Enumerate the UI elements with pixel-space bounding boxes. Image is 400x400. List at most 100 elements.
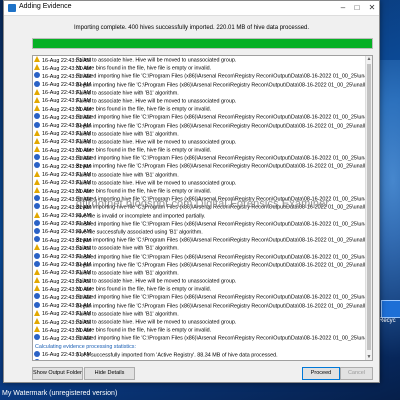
log-row[interactable]: 16-Aug 22:43:31 AMHive file is invalid o… [33, 211, 365, 220]
log-row[interactable]: 16-Aug 22:43:31 AMFailed to associate hi… [33, 56, 365, 64]
log-row[interactable]: 16-Aug 22:43:31 AMFailed to associate hi… [33, 88, 365, 97]
log-timestamp: 16-Aug 22:43:31 AM [42, 180, 92, 187]
log-row[interactable]: 16-Aug 22:43:31 AMBegan importing hive f… [33, 121, 365, 130]
info-icon [34, 252, 40, 259]
log-section-header[interactable]: Calculating evidence processing statisti… [33, 343, 365, 351]
log-row[interactable]: 16-Aug 22:43:31 AMFinished importing hiv… [33, 334, 365, 342]
log-row[interactable]: 16-Aug 22:43:31 AMFailed to associate hi… [33, 244, 365, 252]
log-message: No hive bins found in the file, hive fil… [76, 106, 212, 113]
log-row[interactable]: 16-Aug 22:43:31 AMFailed to associate hi… [33, 309, 365, 318]
info-icon [34, 219, 40, 226]
log-timestamp: 16-Aug 22:43:31 AM [42, 73, 92, 80]
import-progress-bar [32, 38, 373, 49]
warn-icon [34, 105, 40, 112]
log-row[interactable]: 16-Aug 22:43:31 AMFinished importing hiv… [33, 293, 365, 301]
log-timestamp: 16-Aug 22:43:31 AM [42, 82, 92, 89]
log-row[interactable]: 16-Aug 22:43:31 AMFailed to associate hi… [33, 178, 365, 187]
log-row[interactable]: 16-Aug 22:43:31 AM360 of 360 successfull… [33, 358, 365, 361]
log-row[interactable]: 16-Aug 22:43:31 AMFinished importing hiv… [33, 113, 365, 121]
log-row[interactable]: 16-Aug 22:43:31 AMFinished importing hiv… [33, 154, 365, 162]
log-timestamp: 16-Aug 22:43:31 AM [42, 303, 92, 310]
log-message: Hive file is invalid or incomplete and i… [76, 213, 206, 220]
info-icon [34, 113, 40, 120]
maximize-button[interactable]: □ [350, 1, 364, 15]
info-icon [34, 293, 40, 300]
log-message: Failed to associate hive. Hive will be m… [76, 57, 237, 64]
log-timestamp: 16-Aug 22:43:31 AM [42, 98, 92, 105]
log-message: Finished importing hive file 'C:\Program… [76, 114, 365, 121]
close-button[interactable]: ✕ [365, 1, 379, 15]
log-row[interactable]: 16-Aug 22:43:31 AMFailed to associate hi… [33, 170, 365, 179]
log-message: Finished importing hive file 'C:\Program… [76, 254, 365, 260]
log-row[interactable]: 16-Aug 22:43:31 AMNo hive bins found in … [33, 285, 365, 293]
log-timestamp: 16-Aug 22:43:31 AM [42, 278, 92, 285]
progress-fill [33, 39, 372, 48]
log-timestamp: 16-Aug 22:43:31 AM [42, 114, 92, 121]
log-message: Began importing hive file 'C:\Program Fi… [76, 163, 365, 170]
info-icon [34, 350, 40, 357]
info-icon [34, 121, 40, 128]
log-scrollbar[interactable]: ▲ ▼ [365, 56, 372, 360]
info-icon [34, 154, 40, 161]
log-row[interactable]: 16-Aug 22:43:31 AMBegan importing hive f… [33, 236, 365, 244]
log-row[interactable]: 16-Aug 22:43:31 AMNo hive bins found in … [33, 105, 365, 113]
scroll-up-arrow-icon[interactable]: ▲ [366, 56, 372, 62]
log-row[interactable]: 16-Aug 22:43:31 AMBegan importing hive f… [33, 162, 365, 170]
log-row[interactable]: 16-Aug 22:43:31 AMNo hive bins found in … [33, 187, 365, 195]
warn-icon [34, 137, 40, 144]
log-row[interactable]: 16-Aug 22:43:31 AMFailed to associate hi… [33, 129, 365, 138]
recycle-bin-desktop-icon[interactable]: Recyc [379, 300, 400, 330]
title-bar[interactable]: Adding Evidence – □ ✕ [4, 1, 379, 16]
hide-details-button[interactable]: Hide Details [84, 367, 135, 380]
recycle-bin-label: Recyc [379, 318, 396, 324]
log-row[interactable]: 16-Aug 22:43:31 AMFailed to associate hi… [33, 277, 365, 285]
cancel-button[interactable]: Cancel [340, 367, 373, 380]
log-timestamp: 16-Aug 22:43:31 AM [42, 139, 92, 146]
log-row[interactable]: 16-Aug 22:43:31 AMFinished importing hiv… [33, 252, 365, 261]
log-timestamp: 16-Aug 22:43:31 AM [42, 106, 92, 113]
log-timestamp: 16-Aug 22:43:31 AM [42, 155, 92, 162]
watermark-caption: My Watermark (unregistered version) [2, 390, 118, 397]
log-message: No hive bins found in the file, hive fil… [76, 65, 212, 72]
log-message: Failed to associate hive. Hive will be m… [76, 139, 237, 146]
log-row[interactable]: 16-Aug 22:43:31 AMFinished importing hiv… [33, 219, 365, 228]
warn-icon [34, 178, 40, 185]
log-row[interactable]: 16-Aug 22:43:31 AMFailed to associate hi… [33, 137, 365, 146]
info-icon [34, 334, 40, 341]
log-row[interactable]: 16-Aug 22:43:31 AMNo hive bins found in … [33, 64, 365, 72]
log-timestamp: 16-Aug 22:43:31 AM [42, 221, 92, 228]
log-row[interactable]: 16-Aug 22:43:31 AMFailed to associate hi… [33, 96, 365, 105]
proceed-button[interactable]: Proceed [302, 367, 340, 380]
log-row[interactable]: 16-Aug 22:43:31 AMHive file successfully… [33, 227, 365, 236]
log-timestamp: 16-Aug 22:43:31 AM [42, 359, 76, 360]
warn-icon [34, 64, 40, 71]
log-message: Failed to associate hive with 'B1' algor… [76, 90, 179, 97]
log-message: No hive bins found in the file, hive fil… [76, 286, 212, 293]
log-row[interactable]: 16-Aug 22:43:31 AMNo hive bins found in … [33, 146, 365, 154]
warn-icon [34, 88, 40, 95]
watermark-overlay: dfirdotnet.blogspot.com Digital Forensic… [75, 198, 330, 210]
log-message: 360 of 360 successfully imported from 'A… [76, 360, 296, 361]
log-row[interactable]: 16-Aug 22:43:31 AM9 of 9 successfully im… [33, 350, 365, 359]
log-row[interactable]: 16-Aug 22:43:31 AMNo hive bins found in … [33, 326, 365, 334]
log-message: Failed to associate hive. Hive will be m… [76, 180, 237, 187]
log-row[interactable]: 16-Aug 22:43:31 AMFailed to associate hi… [33, 268, 365, 277]
log-list[interactable]: 16-Aug 22:43:31 AMFailed to associate hi… [32, 55, 373, 361]
log-timestamp: 16-Aug 22:43:31 AM [42, 57, 92, 64]
log-timestamp: 16-Aug 22:43:31 AM [42, 147, 92, 154]
scroll-down-arrow-icon[interactable]: ▼ [366, 354, 372, 360]
log-row[interactable]: 16-Aug 22:43:31 AMBegan importing hive f… [33, 80, 365, 89]
log-row[interactable]: 16-Aug 22:43:31 AMFinished importing hiv… [33, 72, 365, 80]
log-row[interactable]: 16-Aug 22:43:31 AMFailed to associate hi… [33, 318, 365, 326]
log-message: Failed to associate hive. Hive will be m… [76, 278, 237, 285]
log-row[interactable]: 16-Aug 22:43:31 AMBegan importing hive f… [33, 301, 365, 310]
log-timestamp: 16-Aug 22:43:31 AM [42, 237, 92, 244]
show-output-folder-button[interactable]: Show Output Folder [32, 367, 83, 380]
warn-icon [34, 318, 40, 324]
log-message: Began importing hive file 'C:\Program Fi… [76, 262, 365, 269]
minimize-button[interactable]: – [336, 1, 350, 15]
scroll-thumb[interactable] [367, 64, 371, 350]
log-timestamp: 16-Aug 22:43:31 AM [42, 254, 92, 260]
log-message: Failed to associate hive with 'B1' algor… [76, 311, 179, 318]
log-row[interactable]: 16-Aug 22:43:31 AMBegan importing hive f… [33, 260, 365, 269]
